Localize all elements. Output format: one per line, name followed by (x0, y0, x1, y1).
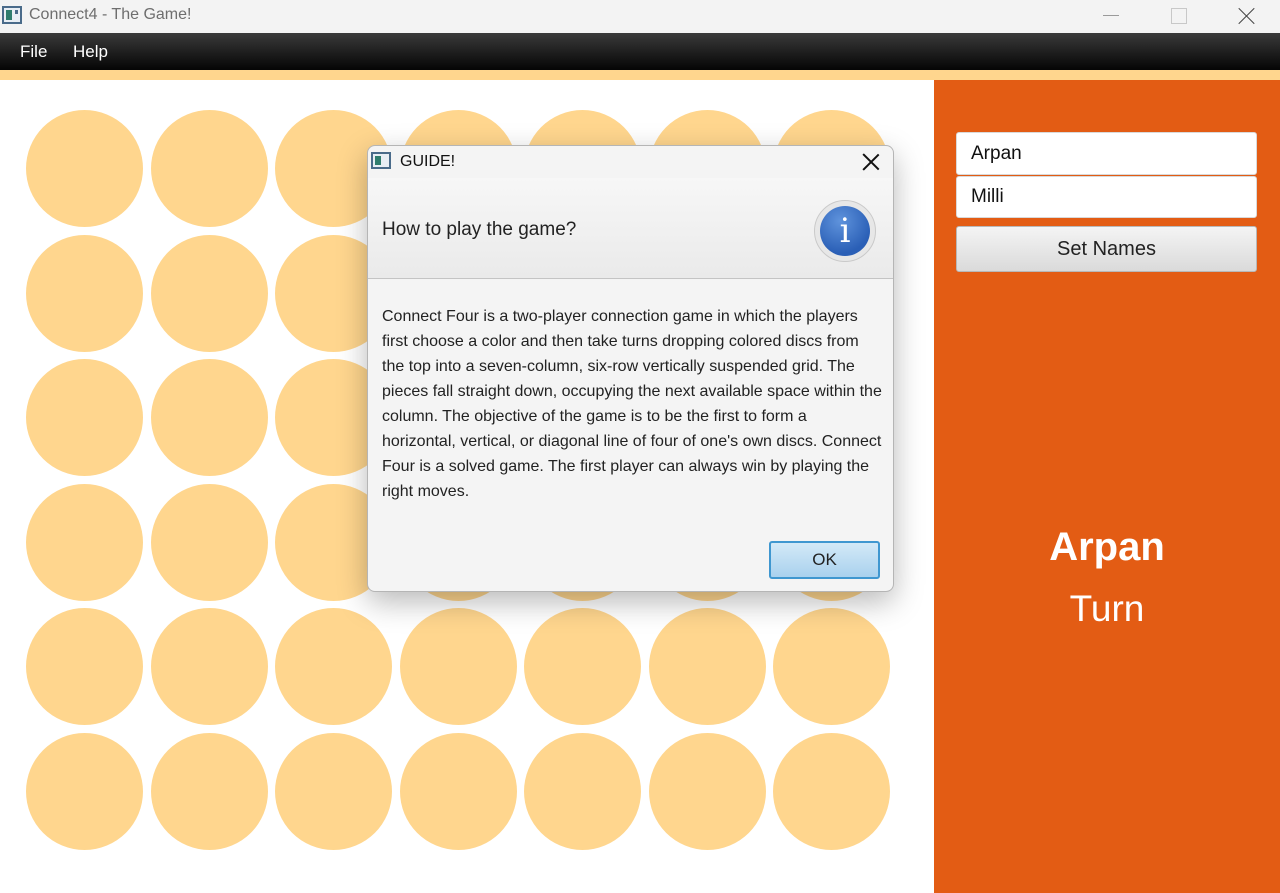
board-disc[interactable] (26, 234, 143, 352)
board-disc[interactable] (150, 608, 268, 725)
board-disc[interactable] (773, 608, 890, 725)
board-disc[interactable] (150, 110, 268, 227)
board-disc[interactable] (150, 234, 268, 352)
guide-dialog: GUIDE! How to play the game? i Connect F… (367, 145, 894, 592)
board-disc[interactable] (773, 732, 890, 850)
app-window-icon (2, 6, 22, 24)
board-disc[interactable] (648, 732, 766, 850)
dialog-body-text: Connect Four is a two-player connection … (382, 308, 882, 500)
dialog-close-button[interactable] (858, 150, 884, 174)
game-window: Connect4 - The Game! File Help Set Names… (0, 0, 1280, 893)
current-player-name: Arpan (1049, 525, 1165, 569)
menu-bar: File Help (0, 33, 1280, 70)
window-close-button[interactable] (1224, 0, 1270, 33)
board-disc[interactable] (399, 608, 517, 725)
board-disc[interactable] (524, 732, 641, 850)
turn-label: Turn (1069, 588, 1145, 629)
title-bar: Connect4 - The Game! (0, 0, 1280, 33)
board-disc[interactable] (26, 732, 143, 850)
board-disc[interactable] (26, 359, 143, 476)
board-disc[interactable] (524, 608, 641, 725)
ok-button[interactable]: OK (769, 541, 880, 579)
dialog-header: How to play the game? i (368, 178, 893, 279)
board-disc[interactable] (150, 732, 268, 850)
player2-name-field[interactable] (956, 176, 1257, 218)
window-title: Connect4 - The Game! (29, 6, 192, 23)
menu-file[interactable]: File (20, 42, 47, 62)
board-disc[interactable] (26, 483, 143, 601)
side-panel: Set Names Arpan Turn (934, 80, 1280, 893)
minimize-button[interactable] (1088, 0, 1134, 33)
maximize-button[interactable] (1155, 0, 1201, 33)
player1-name-field[interactable] (956, 132, 1257, 175)
dialog-title: GUIDE! (400, 153, 456, 170)
dialog-header-text: How to play the game? (382, 219, 577, 240)
set-names-button[interactable]: Set Names (956, 226, 1257, 272)
board-disc[interactable] (150, 483, 268, 601)
dialog-window-icon (371, 152, 391, 169)
board-disc[interactable] (648, 608, 766, 725)
board-disc[interactable] (26, 608, 143, 725)
board-disc[interactable] (26, 110, 143, 227)
board-disc[interactable] (275, 732, 392, 850)
dialog-title-bar: GUIDE! (368, 146, 893, 178)
board-disc[interactable] (275, 608, 392, 725)
info-icon: i (814, 200, 876, 262)
menu-help[interactable]: Help (73, 42, 108, 62)
board-disc[interactable] (399, 732, 517, 850)
header-accent-strip (0, 70, 1280, 80)
board-disc[interactable] (150, 359, 268, 476)
